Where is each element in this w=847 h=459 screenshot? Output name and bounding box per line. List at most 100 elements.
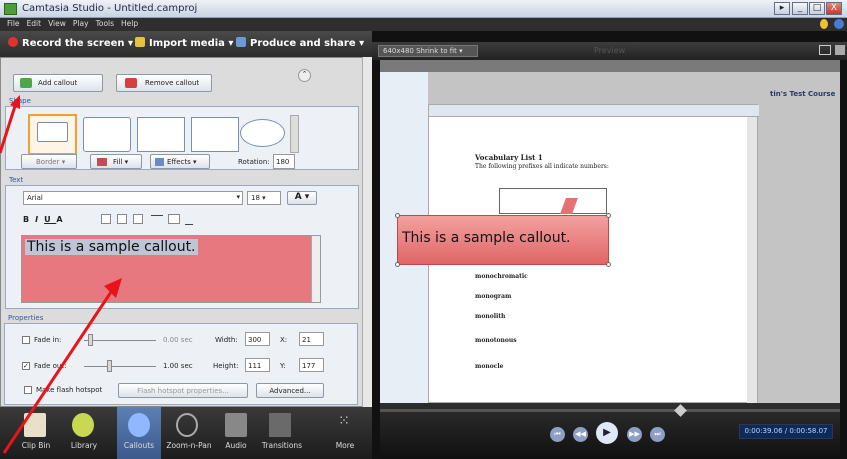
left-panel-scrollbar[interactable] bbox=[362, 57, 372, 407]
add-callout-icon bbox=[20, 78, 32, 88]
restore-left-button[interactable]: ▸ bbox=[774, 2, 790, 15]
handle-tl[interactable] bbox=[395, 213, 400, 218]
tab-more[interactable]: More bbox=[325, 441, 365, 450]
fill-button[interactable]: Fill ▾ bbox=[90, 154, 142, 169]
y-input[interactable]: 177 bbox=[299, 358, 324, 372]
height-input[interactable]: 111 bbox=[245, 358, 270, 372]
maximize-button[interactable]: □ bbox=[809, 2, 825, 15]
doc-word-5: monocle bbox=[475, 363, 504, 370]
valign-top-icon[interactable] bbox=[151, 215, 163, 216]
border-button[interactable]: Border ▾ bbox=[21, 154, 77, 169]
import-media-button[interactable]: Import media ▾ bbox=[135, 37, 233, 49]
import-icon bbox=[135, 37, 145, 47]
preview-size-select[interactable]: 640x480 Shrink to fit ▾ bbox=[378, 45, 478, 57]
align-center-icon[interactable] bbox=[117, 214, 127, 224]
menu-file[interactable]: File bbox=[7, 19, 20, 28]
course-right-panel bbox=[762, 72, 840, 403]
italic-button[interactable]: I bbox=[35, 215, 44, 224]
valign-middle-icon[interactable] bbox=[168, 214, 180, 224]
rotation-input[interactable]: 180 bbox=[273, 154, 295, 169]
menu-edit[interactable]: Edit bbox=[27, 19, 42, 28]
close-button[interactable]: X bbox=[826, 2, 842, 15]
detach-icon[interactable] bbox=[835, 45, 845, 55]
tasks-toolbar: Record the screen ▾ Import media ▾ Produ… bbox=[0, 31, 372, 57]
add-callout-button[interactable]: Add callout bbox=[13, 74, 103, 92]
minimize-button[interactable]: _ bbox=[792, 2, 808, 15]
doc-word-2: monogram bbox=[475, 293, 512, 300]
underline-button[interactable]: U bbox=[44, 215, 56, 224]
word-ribbon bbox=[429, 105, 759, 117]
menu-tools[interactable]: Tools bbox=[96, 19, 114, 28]
shape-rect[interactable] bbox=[137, 117, 185, 152]
rewind-start-button[interactable]: ⏮ bbox=[550, 427, 565, 442]
x-input[interactable]: 21 bbox=[299, 332, 324, 346]
menu-view[interactable]: View bbox=[48, 19, 66, 28]
browser-bar bbox=[380, 60, 840, 72]
lightbulb-icon[interactable] bbox=[820, 19, 828, 29]
preview-callout[interactable]: This is a sample callout. bbox=[395, 213, 611, 267]
format-toolbar: BIUA bbox=[23, 215, 69, 224]
record-icon bbox=[8, 37, 18, 47]
doc-heading: Vocabulary List 1 bbox=[475, 153, 543, 162]
fast-forward-button[interactable]: ▶▶ bbox=[627, 427, 642, 442]
window-title: Camtasia Studio - Untitled.camproj bbox=[22, 3, 198, 14]
tab-transitions[interactable]: Transitions bbox=[256, 441, 308, 450]
text-scrollbar[interactable] bbox=[311, 236, 320, 302]
fullscreen-icon[interactable] bbox=[819, 45, 831, 55]
fade-in-value: 0.00 sec bbox=[163, 336, 193, 344]
handle-br[interactable] bbox=[606, 262, 611, 267]
callout-selection-box bbox=[499, 188, 607, 214]
font-size-select[interactable]: 18 ▾ bbox=[247, 191, 281, 205]
tab-audio[interactable]: Audio bbox=[216, 441, 256, 450]
shape-speech-bubble[interactable] bbox=[28, 114, 77, 155]
text-color-button[interactable]: A ▾ bbox=[287, 191, 317, 205]
time-display: 0:00:39.06 / 0:00:58.07 bbox=[739, 424, 833, 439]
align-right-icon[interactable] bbox=[133, 214, 143, 224]
shape-oval[interactable] bbox=[240, 119, 285, 147]
record-screen-button[interactable]: Record the screen ▾ bbox=[8, 37, 133, 49]
doc-scrollbar[interactable] bbox=[747, 117, 757, 403]
scrub-thumb[interactable] bbox=[674, 404, 687, 417]
menu-play[interactable]: Play bbox=[73, 19, 89, 28]
callout-text: This is a sample callout. bbox=[25, 239, 198, 255]
menu-help[interactable]: Help bbox=[121, 19, 138, 28]
zoom-icon[interactable] bbox=[176, 413, 198, 437]
x-label: X: bbox=[280, 336, 288, 344]
collapse-icon[interactable]: ⌃ bbox=[298, 69, 311, 82]
transitions-icon[interactable] bbox=[269, 413, 291, 437]
callouts-icon bbox=[128, 413, 150, 437]
rewind-button[interactable]: ◀◀ bbox=[573, 427, 588, 442]
font-select[interactable]: Arial ▾ bbox=[23, 191, 243, 205]
remove-callout-button[interactable]: Remove callout bbox=[116, 74, 212, 92]
rotation-label: Rotation: bbox=[238, 158, 270, 166]
width-label: Width: bbox=[215, 336, 238, 344]
remove-callout-icon bbox=[125, 78, 137, 88]
shape-scroll[interactable] bbox=[290, 115, 299, 153]
more-icon[interactable]: ⁙ bbox=[333, 413, 355, 437]
shape-rounded-rect[interactable] bbox=[83, 117, 131, 152]
effects-icon bbox=[155, 158, 164, 166]
shape-square[interactable] bbox=[191, 117, 239, 152]
fill-icon bbox=[97, 158, 107, 166]
play-button[interactable]: ▶ bbox=[596, 422, 618, 444]
preview-title: Preview bbox=[594, 46, 626, 55]
handle-bl[interactable] bbox=[395, 262, 400, 267]
preview-callout-text: This is a sample callout. bbox=[402, 230, 571, 246]
valign-bottom-icon[interactable] bbox=[185, 224, 193, 225]
bold-button[interactable]: B bbox=[23, 215, 35, 224]
y-label: Y: bbox=[280, 362, 286, 370]
effects-button[interactable]: Effects ▾ bbox=[150, 154, 210, 169]
advanced-button[interactable]: Advanced... bbox=[256, 383, 324, 398]
flash-properties-button[interactable]: Flash hotspot properties... bbox=[118, 383, 248, 398]
forward-end-button[interactable]: ⏭ bbox=[650, 427, 665, 442]
help-icon[interactable] bbox=[834, 19, 844, 29]
audio-icon[interactable] bbox=[225, 413, 247, 437]
scrub-bar[interactable] bbox=[380, 409, 840, 412]
tab-zoom-n-pan[interactable]: Zoom-n-Pan bbox=[166, 441, 212, 450]
align-left-icon[interactable] bbox=[101, 214, 111, 224]
font-color-button[interactable]: A bbox=[56, 215, 68, 224]
produce-share-button[interactable]: Produce and share ▾ bbox=[236, 37, 364, 49]
preview-toolbar: 640x480 Shrink to fit ▾ Preview bbox=[372, 42, 847, 60]
menu-bar: File Edit View Play Tools Help bbox=[0, 18, 847, 31]
width-input[interactable]: 300 bbox=[245, 332, 270, 346]
